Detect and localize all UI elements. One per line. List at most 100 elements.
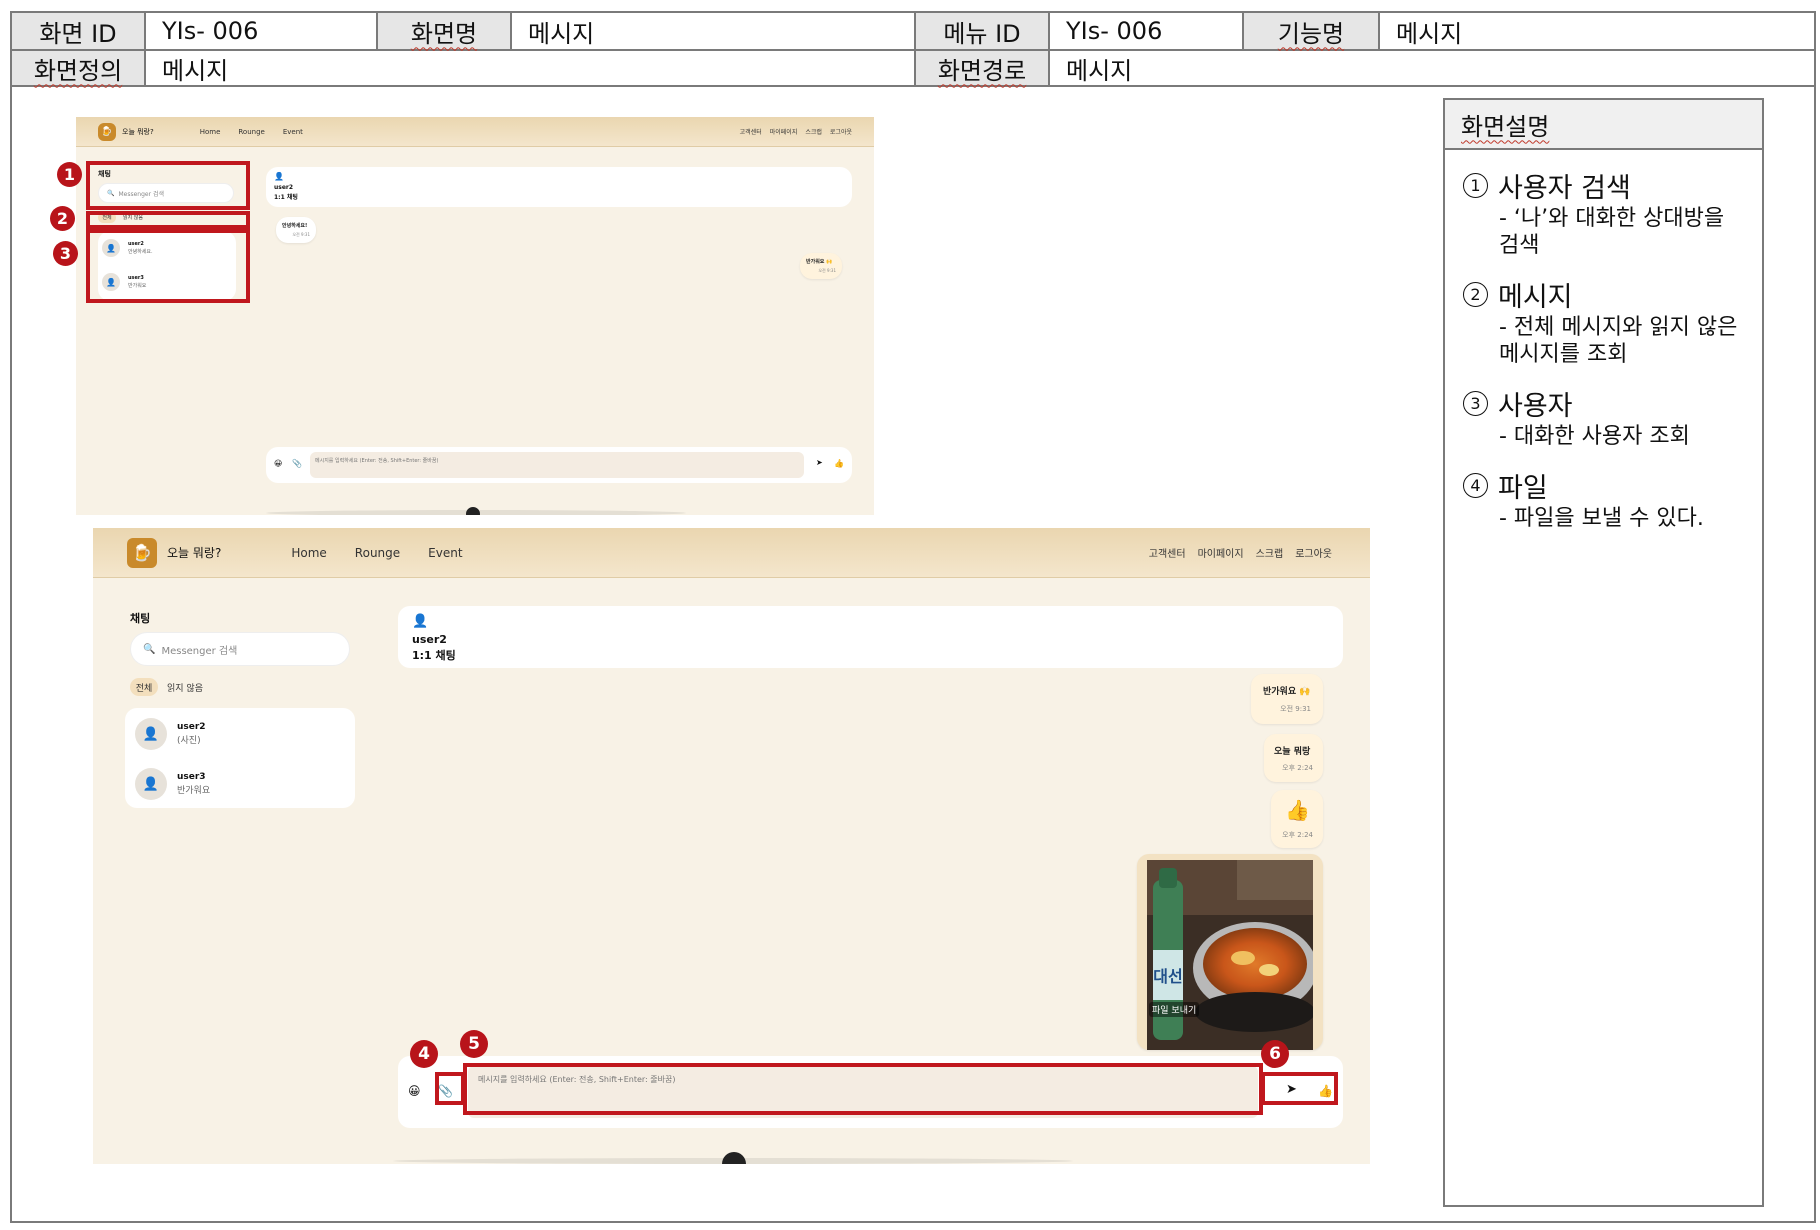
- message-time: 오후 2:24: [1282, 764, 1313, 772]
- send-icon[interactable]: ➤: [816, 458, 823, 467]
- message-text: 안녕하세요!: [282, 223, 308, 229]
- annotation-badge-3: 3: [53, 241, 78, 266]
- screen-def-label: 화면정의: [12, 51, 146, 85]
- circled-number: 3: [1463, 391, 1488, 416]
- chat-user-name: user2: [274, 184, 294, 191]
- nav-scrap[interactable]: 스크랩: [805, 127, 822, 136]
- nav-scrap[interactable]: 스크랩: [1256, 545, 1284, 560]
- chat-type: 1:1 채팅: [412, 649, 456, 662]
- item-text: - 대화한 사용자 조회: [1499, 424, 1690, 449]
- item-title: 사용자: [1498, 391, 1573, 422]
- annotation-box-filters: [86, 211, 250, 229]
- screen-name-label: 화면명: [378, 13, 512, 49]
- nav-event[interactable]: Event: [283, 128, 303, 136]
- annotation-box-search: [86, 161, 250, 210]
- logo-icon: 🍺: [98, 122, 116, 141]
- filter-all[interactable]: 전체: [130, 678, 158, 696]
- search-icon: 🔍: [143, 643, 156, 655]
- description-item-2: 2 메시지 - 전체 메시지와 읽지 않은 메시지를 조회: [1463, 275, 1762, 368]
- nav-event[interactable]: Event: [428, 546, 462, 560]
- chat-header: 👤 user2 1:1 채팅: [266, 167, 852, 207]
- circled-number: 4: [1463, 473, 1488, 498]
- nav-rounge[interactable]: Rounge: [238, 128, 264, 136]
- screen-name-value: 메시지: [512, 13, 916, 49]
- nav-mypage[interactable]: 마이페이지: [770, 127, 798, 136]
- app-navbar: 🍺 오늘 뭐랑? Home Rounge Event 고객센터 마이페이지 스크…: [76, 117, 874, 147]
- message-text: 반가워요 🙌: [1263, 687, 1311, 697]
- description-title: 화면설명: [1445, 100, 1762, 150]
- nav-rounge[interactable]: Rounge: [355, 546, 400, 560]
- scroll-down-icon[interactable]: ⌄: [466, 507, 480, 515]
- message-time: 오전 9:31: [818, 268, 836, 273]
- menu-id-value: YIs- 006: [1050, 13, 1244, 49]
- message-time: 오후 2:24: [1282, 831, 1313, 839]
- app-navbar: 🍺 오늘 뭐랑? Home Rounge Event 고객센터 마이페이지 스크…: [93, 528, 1370, 578]
- message-text: 👍: [1285, 798, 1310, 822]
- contact-name[interactable]: user3: [177, 772, 206, 782]
- message-bubble: 반가워요 🙌 오전 9:31: [800, 253, 842, 279]
- circled-number: 1: [1463, 173, 1488, 198]
- screen-id-value: YIs- 006: [146, 13, 378, 49]
- food-photo-image: 대선: [1147, 860, 1313, 1050]
- scroll-down-icon[interactable]: ⌄: [722, 1152, 746, 1164]
- annotation-badge-4: 4: [410, 1040, 438, 1068]
- message-time: 오전 9:31: [292, 232, 310, 237]
- annotation-badge-2: 2: [50, 206, 75, 231]
- nav-customer-center[interactable]: 고객센터: [740, 127, 762, 136]
- nav-home[interactable]: Home: [200, 128, 221, 136]
- annotation-badge-6: 6: [1261, 1040, 1289, 1068]
- menu-id-label: 메뉴 ID: [916, 13, 1050, 49]
- item-text: - 파일을 보낼 수 있다.: [1499, 506, 1704, 531]
- nav-home[interactable]: Home: [291, 546, 326, 560]
- like-icon[interactable]: 👍: [834, 459, 844, 468]
- circled-number: 2: [1463, 282, 1488, 307]
- nav-customer-center[interactable]: 고객센터: [1149, 545, 1186, 560]
- annotation-box-attach: [435, 1072, 465, 1105]
- message-input-bar: 😀 📎 메시지를 입력하세요 (Enter: 전송, Shift+Enter: …: [266, 447, 852, 483]
- header-row-1: 화면 ID YIs- 006 화면명 메시지 메뉴 ID YIs- 006 기능…: [12, 13, 1814, 49]
- contact-preview: 반가워요: [177, 786, 211, 796]
- logo-text: 오늘 뭐랑?: [167, 546, 222, 560]
- chat-type: 1:1 채팅: [274, 194, 298, 201]
- message-bubble: 반가워요 🙌 오전 9:31: [1251, 674, 1323, 724]
- contact-name[interactable]: user2: [177, 722, 206, 732]
- nav-logout[interactable]: 로그아웃: [1295, 545, 1332, 560]
- nav-logout[interactable]: 로그아웃: [830, 127, 852, 136]
- item-text: - 전체 메시지와 읽지 않은: [1499, 315, 1738, 340]
- message-input[interactable]: 메시지를 입력하세요 (Enter: 전송, Shift+Enter: 줄바꿈): [310, 452, 804, 478]
- search-input[interactable]: 🔍 Messenger 검색: [130, 632, 350, 666]
- annotation-badge-5: 5: [460, 1030, 488, 1058]
- chat-user-name: user2: [412, 633, 447, 646]
- annotation-box-contacts: [86, 229, 250, 303]
- header-row-2: 화면정의 메시지 화면경로 메시지: [12, 49, 1814, 85]
- photo-message[interactable]: 대선 파일 보내기: [1137, 854, 1323, 1050]
- item-title: 사용자 검색: [1498, 173, 1631, 204]
- function-name-value: 메시지: [1396, 19, 1463, 48]
- emoji-icon[interactable]: 😀: [408, 1084, 421, 1098]
- filter-unread[interactable]: 읽지 않음: [165, 678, 205, 696]
- message-bubble: 👍 오후 2:24: [1271, 790, 1323, 848]
- screen-def-value: 메시지: [146, 51, 916, 85]
- item-text: 메시지를 조회: [1499, 342, 1628, 367]
- function-name-label: 기능명: [1244, 13, 1380, 49]
- spec-header-table: 화면 ID YIs- 006 화면명 메시지 메뉴 ID YIs- 006 기능…: [10, 11, 1816, 87]
- logo-icon: 🍺: [127, 537, 157, 568]
- nav-mypage[interactable]: 마이페이지: [1198, 545, 1244, 560]
- logo-text: 오늘 뭐랑?: [122, 127, 154, 136]
- item-title: 파일: [1498, 473, 1548, 504]
- chat-title: 채팅: [130, 612, 151, 625]
- message-text: 반가워요 🙌: [806, 259, 833, 265]
- message-bubble: 안녕하세요! 오전 9:31: [276, 217, 316, 243]
- emoji-icon[interactable]: 😀: [274, 459, 282, 468]
- item-text: - ‘나’와 대화한 상대방을: [1499, 206, 1725, 231]
- avatar: 👤: [135, 768, 167, 800]
- contact-preview: (사진): [177, 736, 201, 746]
- message-text: 오늘 뭐랑: [1274, 747, 1311, 757]
- description-item-1: 1 사용자 검색 - ‘나’와 대화한 상대방을 검색: [1463, 166, 1762, 259]
- user-icon: 👤: [274, 172, 284, 181]
- annotation-box-input: [463, 1063, 1263, 1115]
- screen-id-label: 화면 ID: [12, 13, 146, 49]
- photo-caption: 파일 보내기: [1149, 1002, 1200, 1017]
- contact-list: 👤 user2 (사진) 👤 user3 반가워요: [125, 708, 355, 808]
- attach-icon[interactable]: 📎: [292, 459, 302, 468]
